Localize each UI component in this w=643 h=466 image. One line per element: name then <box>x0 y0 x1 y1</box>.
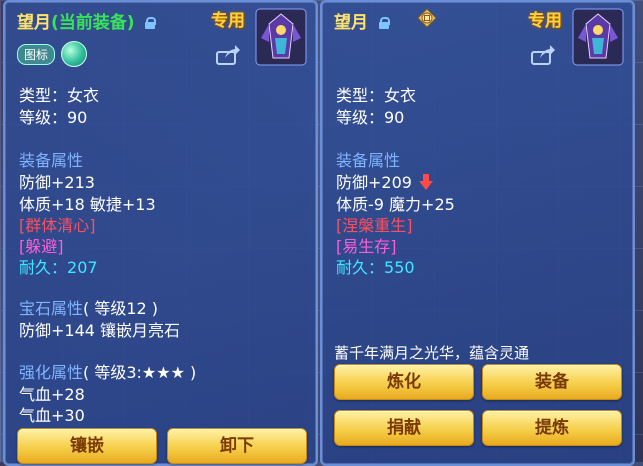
icon-toggle-label: 图标 <box>17 44 56 65</box>
hp-bonus-2: 气血+30 <box>19 406 85 425</box>
unequip-button[interactable]: 卸下 <box>167 428 307 464</box>
gem-level: ( 等级12 ) <box>83 299 159 318</box>
item-name: 望月 <box>334 13 368 33</box>
defense-stat: 防御+213 <box>19 173 95 192</box>
item-description: 蓄千年满月之光华，蕴含灵通 <box>334 344 530 362</box>
exclusive-badge: 专用 <box>211 11 245 31</box>
attr-header: 装备属性 <box>336 151 401 170</box>
current-equipment-panel: 望月(当前装备) 专用 图标 类型：女衣 等级：90 装备属性 防御+213 体… <box>3 0 318 466</box>
gem-attr: 宝石属性( 等级12 ) <box>19 295 158 319</box>
lock-icon <box>378 17 390 29</box>
toggle-knob[interactable] <box>61 41 87 67</box>
lock-icon <box>145 17 157 29</box>
durability-value: 550 <box>384 258 415 277</box>
item-title: 望月 <box>334 8 390 33</box>
strengthen-level: ( 等级3:★★★ ) <box>83 363 197 382</box>
defense-row: 防御+209 <box>336 169 434 193</box>
equip-button[interactable]: 装备 <box>482 364 622 400</box>
attr-header: 装备属性 <box>19 151 84 170</box>
armor-item-icon <box>255 8 307 66</box>
share-icon[interactable] <box>530 44 556 66</box>
item-type: 类型：女衣 <box>336 86 417 105</box>
donate-button[interactable]: 捐献 <box>334 410 474 446</box>
item-type: 类型：女衣 <box>19 86 100 105</box>
bound-seal-icon <box>417 8 437 28</box>
exclusive-badge: 专用 <box>528 11 562 31</box>
strengthen-header: 强化属性 <box>19 363 84 382</box>
item-level: 等级：90 <box>19 108 88 127</box>
armor-item-icon <box>572 8 624 66</box>
compare-equipment-panel: 望月 专用 类型：女衣 等级：90 装备属性 防御+209 体质-9 魔力+25… <box>320 0 635 466</box>
gem-line: 防御+144 镶嵌月亮石 <box>19 321 181 340</box>
item-name: 望月 <box>17 13 51 33</box>
strengthen-attr: 强化属性( 等级3:★★★ ) <box>19 359 196 383</box>
defense-stat: 防御+209 <box>336 173 412 192</box>
item-title: 望月(当前装备) <box>17 8 157 33</box>
durability: 耐久：207 <box>19 254 98 278</box>
durability-label: 耐久： <box>336 258 385 277</box>
inlay-button[interactable]: 镶嵌 <box>17 428 157 464</box>
share-icon[interactable] <box>215 44 241 66</box>
refine-button[interactable]: 炼化 <box>334 364 474 400</box>
durability-value: 207 <box>67 258 98 277</box>
current-equipped-tag: (当前装备) <box>51 13 135 33</box>
durability: 耐久：550 <box>336 254 415 278</box>
durability-label: 耐久： <box>19 258 68 277</box>
arrow-down-icon <box>419 174 434 190</box>
extract-button[interactable]: 提炼 <box>482 410 622 446</box>
icon-toggle[interactable]: 图标 <box>17 41 89 67</box>
gem-header: 宝石属性 <box>19 299 84 318</box>
item-level: 等级：90 <box>336 108 405 127</box>
